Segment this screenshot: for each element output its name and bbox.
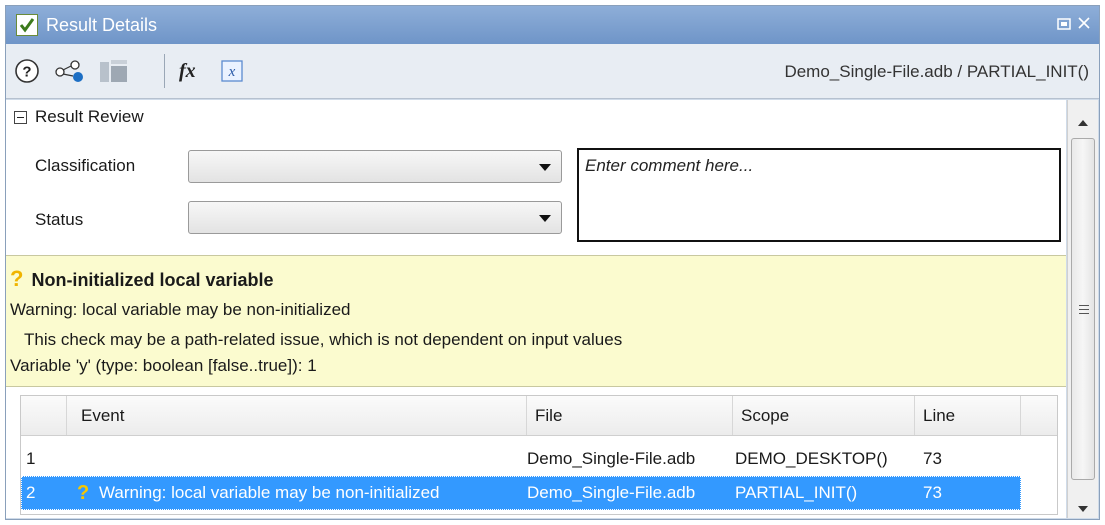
result-review-label: Result Review [35, 107, 144, 126]
event-cell: Warning: local variable may be non-initi… [99, 483, 440, 502]
svg-text:?: ? [22, 64, 31, 81]
row-number-header [21, 396, 67, 435]
svg-text:x: x [228, 64, 236, 80]
row-number: 2 [26, 483, 36, 502]
table-row-selected[interactable]: 2 ? Warning: local variable may be non-i… [21, 476, 1021, 510]
event-table: Event File Scope Line 1 Demo_Single-File… [20, 395, 1058, 515]
scope-cell: DEMO_DESKTOP() [735, 449, 888, 468]
column-header-event[interactable]: Event [67, 396, 527, 435]
toolbar-separator [164, 54, 165, 88]
result-details-content: Result Review Classification Status Ente… [6, 100, 1066, 518]
svg-text:fx: fx [179, 60, 196, 82]
window-title: Result Details [46, 15, 158, 35]
check-title: ? Non-initialized local variable [10, 266, 274, 292]
classification-dropdown[interactable] [188, 150, 562, 183]
chevron-down-icon [539, 164, 551, 171]
scope-cell: PARTIAL_INIT() [735, 483, 858, 502]
column-header-scope[interactable]: Scope [733, 396, 915, 435]
table-row[interactable]: 1 Demo_Single-File.adb DEMO_DESKTOP() 73 [21, 442, 1021, 476]
line-cell: 73 [923, 449, 942, 468]
variable-info: Variable 'y' (type: boolean [false..true… [10, 356, 317, 375]
check-details-panel: ? Non-initialized local variable Warning… [6, 255, 1066, 387]
chevron-down-icon [539, 215, 551, 222]
help-icon[interactable]: ? [12, 56, 42, 86]
title-bar: Result Details [6, 6, 1099, 44]
result-review-header[interactable]: Result Review [14, 106, 144, 128]
question-icon: ? [77, 482, 90, 504]
warning-detail: This check may be a path-related issue, … [24, 330, 623, 349]
app-check-icon [16, 14, 38, 36]
variable-x-icon[interactable]: x [218, 56, 246, 86]
warning-message: Warning: local variable may be non-initi… [10, 300, 351, 319]
status-label: Status [35, 210, 84, 229]
scrollbar-thumb[interactable] [1071, 138, 1095, 480]
status-dropdown[interactable] [188, 201, 562, 234]
question-icon: ? [10, 266, 24, 291]
file-cell: Demo_Single-File.adb [527, 483, 696, 502]
line-cell: 73 [923, 483, 942, 502]
share-icon[interactable] [50, 56, 88, 86]
comment-placeholder: Enter comment here... [585, 156, 754, 175]
row-number: 1 [26, 449, 36, 468]
close-icon[interactable] [1077, 15, 1091, 35]
collapse-icon[interactable] [14, 110, 27, 124]
file-cell: Demo_Single-File.adb [527, 449, 696, 468]
vertical-scrollbar[interactable] [1067, 100, 1098, 518]
table-header: Event File Scope Line [21, 396, 1057, 436]
function-fx-icon[interactable]: fx [174, 56, 208, 86]
toolbar: ? fx x Demo_Single-File.adb / PARTIAL_IN… [6, 44, 1099, 99]
check-title-text: Non-initialized local variable [31, 270, 274, 290]
restore-icon[interactable] [1057, 15, 1071, 35]
layers-icon[interactable] [94, 56, 134, 86]
breadcrumb: Demo_Single-File.adb / PARTIAL_INIT() [784, 62, 1089, 81]
scroll-up-icon[interactable] [1077, 112, 1089, 132]
column-header-line[interactable]: Line [915, 396, 1021, 435]
column-header-file[interactable]: File [527, 396, 733, 435]
comment-field[interactable]: Enter comment here... [577, 148, 1061, 242]
classification-label: Classification [35, 156, 136, 175]
scroll-down-icon[interactable] [1077, 498, 1089, 518]
